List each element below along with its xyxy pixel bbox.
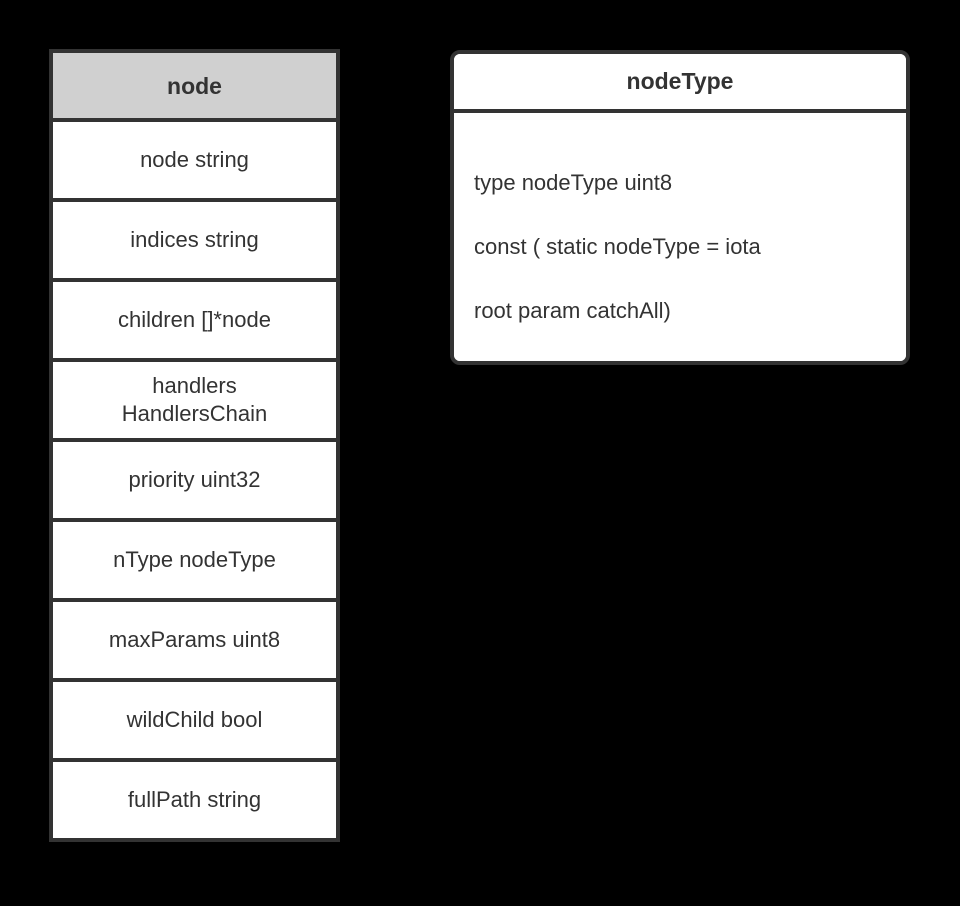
field-label: fullPath string — [127, 787, 262, 812]
field-label: maxParams uint8 — [108, 627, 281, 652]
class-body-nodetype: type nodeType uint8 const ( static nodeT… — [454, 113, 906, 361]
class-title-node-label: node — [167, 72, 222, 99]
class-title-node: node — [53, 53, 336, 118]
class-title-nodetype: nodeType — [454, 54, 906, 113]
table-row[interactable]: priority uint32 — [53, 442, 336, 518]
field-label: children []*node — [118, 307, 271, 332]
type-declaration-line: type nodeType uint8 — [474, 170, 673, 195]
field-label: node string — [140, 147, 249, 172]
table-row[interactable]: node string — [53, 122, 336, 198]
class-box-node[interactable]: node node string indices string children… — [49, 49, 340, 842]
field-label: wildChild bool — [126, 707, 263, 732]
class-box-nodetype[interactable]: nodeType type nodeType uint8 const ( sta… — [450, 50, 910, 365]
diagram-canvas: node node string indices string children… — [0, 0, 960, 906]
table-row[interactable]: maxParams uint8 — [53, 602, 336, 678]
table-row[interactable]: handlers HandlersChain — [53, 362, 336, 438]
class-title-nodetype-label: nodeType — [626, 68, 734, 94]
field-label: priority uint32 — [128, 467, 261, 492]
field-label: nType nodeType — [113, 547, 276, 572]
const-declaration-line: const ( static nodeType = iota — [474, 234, 761, 259]
field-label: handlers HandlersChain — [121, 373, 268, 426]
table-row[interactable]: wildChild bool — [53, 682, 336, 758]
const-values-line: root param catchAll) — [474, 298, 671, 323]
field-label: indices string — [130, 227, 259, 252]
table-row[interactable]: children []*node — [53, 282, 336, 358]
table-row[interactable]: indices string — [53, 202, 336, 278]
table-row[interactable]: nType nodeType — [53, 522, 336, 598]
table-row[interactable]: fullPath string — [53, 762, 336, 838]
